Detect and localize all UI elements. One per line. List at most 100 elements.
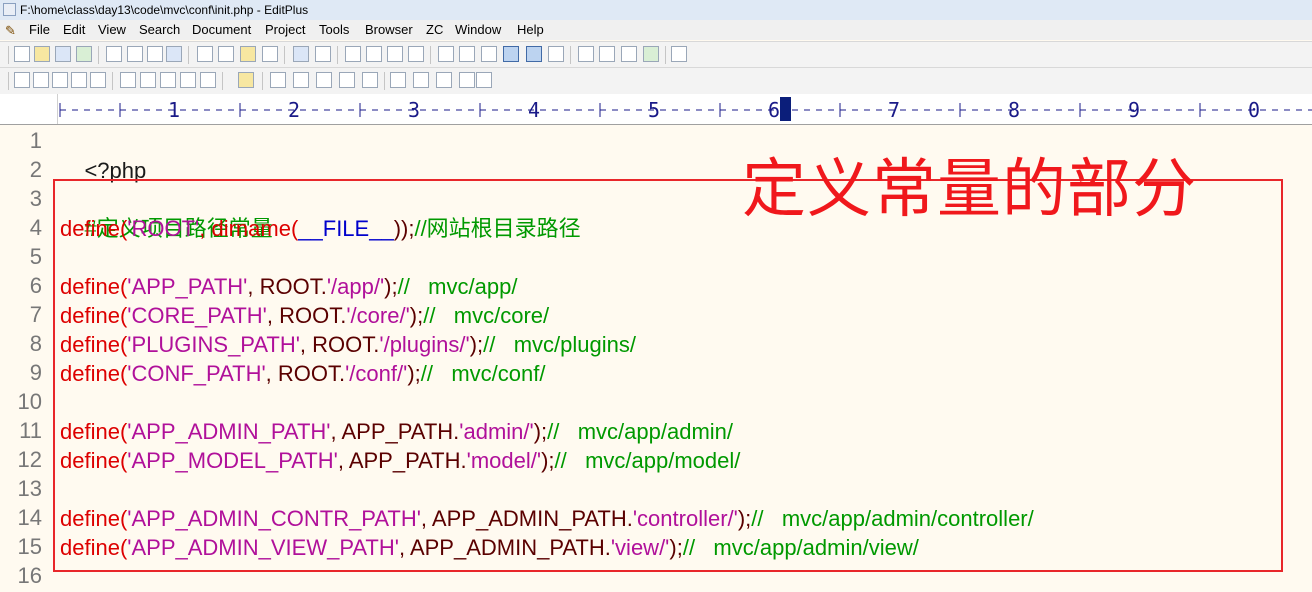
menu-view[interactable]: View (98, 22, 126, 37)
line-number: 13 (17, 476, 42, 501)
word-wrap-icon[interactable] (481, 46, 497, 62)
ruler-number: 1 (168, 98, 181, 122)
open-folder-icon[interactable] (34, 46, 50, 62)
menu-project[interactable]: Project (265, 22, 305, 37)
tool-2-icon[interactable] (293, 72, 309, 88)
window-list-icon[interactable] (578, 46, 594, 62)
menu-file[interactable]: File (29, 22, 50, 37)
template-1-icon[interactable] (14, 72, 30, 88)
file-info-icon[interactable] (166, 46, 182, 62)
template-2-icon[interactable] (33, 72, 49, 88)
tool-3-icon[interactable] (316, 72, 332, 88)
toolbar-separator (337, 46, 338, 64)
line-number: 6 (29, 273, 42, 298)
menu-zc[interactable]: ZC (426, 22, 443, 37)
menu-edit[interactable]: Edit (63, 22, 85, 37)
menu-bar: ✎ File Edit View Search Document Project… (0, 20, 1312, 40)
tools-config-icon[interactable] (238, 72, 254, 88)
template-5-icon[interactable] (90, 72, 106, 88)
help-icon[interactable] (671, 46, 687, 62)
menu-search[interactable]: Search (139, 22, 180, 37)
tool-6-icon[interactable] (390, 72, 406, 88)
window-title: F:\home\class\day13\code\mvc\conf\init.p… (20, 3, 309, 17)
ruler-number: 9 (1128, 98, 1141, 122)
goto-icon[interactable] (408, 46, 424, 62)
replace-icon[interactable] (366, 46, 382, 62)
toolbar-separator (222, 72, 223, 90)
template-3-icon[interactable] (52, 72, 68, 88)
redo-icon[interactable] (315, 46, 331, 62)
find-icon[interactable] (345, 46, 361, 62)
toolbar-separator (430, 46, 431, 64)
tool-7-icon[interactable] (413, 72, 429, 88)
line-number: 15 (17, 534, 42, 559)
line-number: 8 (29, 331, 42, 356)
undo-icon[interactable] (293, 46, 309, 62)
paste-icon[interactable] (240, 46, 256, 62)
toolbar-separator (112, 72, 113, 90)
find-in-files-icon[interactable] (387, 46, 403, 62)
menu-tools[interactable]: Tools (319, 22, 349, 37)
main-toolbar (0, 41, 1312, 68)
save-icon[interactable] (55, 46, 71, 62)
hex-icon[interactable] (459, 46, 475, 62)
template-6-icon[interactable] (120, 72, 136, 88)
menu-help[interactable]: Help (517, 22, 544, 37)
template-7-icon[interactable] (140, 72, 156, 88)
annotation-label: 定义常量的部分 (742, 153, 1197, 227)
line-number: 14 (17, 505, 42, 530)
split-window-icon[interactable] (599, 46, 615, 62)
template-8-icon[interactable] (160, 72, 176, 88)
ruler-number: 3 (408, 98, 421, 122)
toolbar-separator (384, 72, 385, 90)
toolbar-separator (98, 46, 99, 64)
tool-9-icon[interactable] (459, 72, 475, 88)
tool-8-icon[interactable] (436, 72, 452, 88)
delete-icon[interactable] (262, 46, 278, 62)
tool-1-icon[interactable] (270, 72, 286, 88)
menu-document[interactable]: Document (192, 22, 251, 37)
new-file-icon[interactable] (14, 46, 30, 62)
line-number: 4 (29, 215, 42, 240)
template-4-icon[interactable] (71, 72, 87, 88)
tool-4-icon[interactable] (339, 72, 355, 88)
menu-window[interactable]: Window (455, 22, 501, 37)
line-number: 9 (29, 360, 42, 385)
ruler-number: 2 (288, 98, 301, 122)
ruler-number: 4 (528, 98, 541, 122)
user-toolbar (0, 67, 1312, 95)
check-icon[interactable] (548, 46, 564, 62)
ruler-number: 6 (768, 98, 781, 122)
line-number-gutter: 1 2 3 4 5 6 7 8 9 10 11 12 13 14 15 16 (0, 125, 52, 592)
toolbar-separator (284, 46, 285, 64)
line-number: 12 (17, 447, 42, 472)
spell-check-icon[interactable] (147, 46, 163, 62)
toolbar-separator (665, 46, 666, 64)
ruler-number: 0 (1248, 98, 1261, 122)
copy-icon[interactable] (218, 46, 234, 62)
line-number-icon[interactable] (503, 46, 519, 62)
tool-10-icon[interactable] (476, 72, 492, 88)
ruler-toggle-icon[interactable] (526, 46, 542, 62)
font-icon[interactable] (438, 46, 454, 62)
line-number: 3 (29, 186, 42, 211)
cut-icon[interactable] (197, 46, 213, 62)
highlight-box (53, 179, 1283, 572)
ruler-cursor-marker (780, 97, 791, 121)
save-all-icon[interactable] (76, 46, 92, 62)
output-window-icon[interactable] (643, 46, 659, 62)
template-9-icon[interactable] (180, 72, 196, 88)
toolbar-separator (188, 46, 189, 64)
template-10-icon[interactable] (200, 72, 216, 88)
tool-5-icon[interactable] (362, 72, 378, 88)
line-number: 16 (17, 563, 42, 588)
print-icon[interactable] (106, 46, 122, 62)
print-preview-icon[interactable] (127, 46, 143, 62)
toolbar-separator (570, 46, 571, 64)
line-number: 1 (29, 128, 42, 153)
toolbar-grip (8, 72, 9, 90)
ruler-number: 7 (888, 98, 901, 122)
line-number: 10 (17, 389, 42, 414)
menu-browser[interactable]: Browser (365, 22, 413, 37)
browser-icon[interactable] (621, 46, 637, 62)
